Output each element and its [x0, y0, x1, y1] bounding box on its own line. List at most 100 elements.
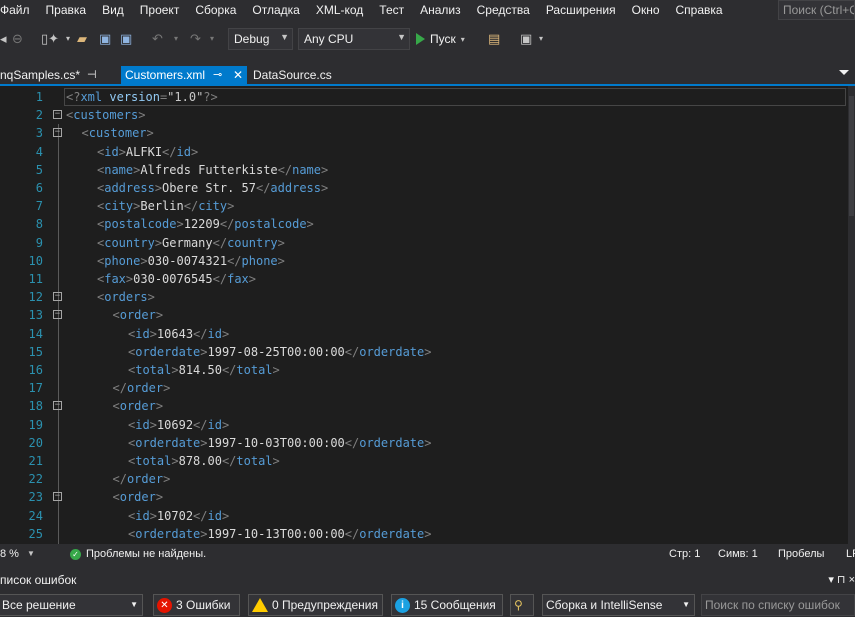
screenshot-icon[interactable]: ▣ — [520, 30, 532, 48]
save-icon[interactable]: ▣ — [99, 30, 111, 48]
menu-item[interactable]: Окно — [624, 0, 668, 20]
forward-icon[interactable]: ⊖ — [12, 30, 23, 48]
line-number: 25 — [28, 526, 43, 541]
menu-item[interactable]: Анализ — [412, 0, 469, 20]
warnings-filter-button[interactable]: 0 Предупреждения — [248, 594, 383, 616]
start-debug-button[interactable]: Пуск ▾ — [416, 30, 465, 48]
code-line[interactable]: 13− <order> — [0, 306, 848, 324]
code-token: > — [149, 326, 157, 341]
collapse-toggle-icon[interactable]: − — [53, 110, 62, 120]
menu-item[interactable]: Тест — [371, 0, 412, 20]
save-all-icon[interactable]: ▣ — [120, 30, 132, 48]
code-editor[interactable]: 1 <?xml version="1.0"?> 2− <customers> 3− <cu… — [0, 86, 848, 544]
code-token: order — [119, 308, 156, 323]
code-line[interactable]: 4 <id>ALFKI</id> — [0, 143, 848, 161]
configuration-select[interactable]: Debug ▼ — [228, 28, 293, 50]
code-line[interactable]: 14 <id>10643</id> — [0, 325, 848, 343]
code-line[interactable]: 17 </order> — [0, 379, 848, 397]
open-folder-icon[interactable]: ▰ — [77, 30, 87, 48]
vertical-scrollbar[interactable] — [848, 86, 855, 544]
clear-filter-button[interactable]: ⚲ — [510, 594, 534, 616]
code-line[interactable]: 23− <order> — [0, 488, 848, 506]
code-line[interactable]: 1 <?xml version="1.0"?> — [0, 88, 848, 106]
scope-select[interactable]: Все решение ▼ — [0, 594, 143, 616]
code-line[interactable]: 9 <country>Germany</country> — [0, 234, 848, 252]
code-token: > — [424, 526, 432, 541]
zoom-level[interactable]: 8 % — [0, 544, 19, 564]
messages-filter-button[interactable]: i 15 Сообщения — [391, 594, 503, 616]
code-line[interactable]: 24 <id>10702</id> — [0, 507, 848, 525]
code-line[interactable]: 20 <orderdate>1997-10-03T00:00:00</orderd… — [0, 434, 848, 452]
collapse-toggle-icon[interactable]: − — [53, 492, 62, 502]
eol-indicator[interactable]: LF — [846, 544, 855, 564]
chevron-down-icon[interactable]: ▾ — [210, 30, 214, 48]
code-line[interactable]: 10 <phone>030-0074321</phone> — [0, 252, 848, 270]
undo-icon[interactable]: ↶ — [152, 30, 163, 48]
tab-linqsamples[interactable]: nqSamples.cs* ⊣ — [0, 66, 108, 85]
build-filter-select[interactable]: Сборка и IntelliSense ▼ — [542, 594, 695, 616]
code-line[interactable]: 11 <fax>030-0076545</fax> — [0, 270, 848, 288]
close-icon[interactable]: ✕ — [233, 66, 243, 84]
code-text: <orderdate>1997-10-03T00:00:00</orderdat… — [128, 434, 432, 452]
code-token: address — [270, 181, 321, 195]
code-line[interactable]: 6 <address>Obere Str. 57</address> — [0, 179, 848, 197]
code-token: orderdate — [359, 344, 425, 359]
error-list-search-input[interactable]: Поиск по списку ошибок — [701, 594, 855, 616]
code-line[interactable]: 19 <id>10692</id> — [0, 416, 848, 434]
tab-list-dropdown-icon[interactable] — [839, 70, 849, 75]
browser-link-icon[interactable]: ▤ — [488, 30, 500, 48]
code-line[interactable]: 21 <total>878.00</total> — [0, 452, 848, 470]
menu-item[interactable]: Проект — [132, 0, 188, 20]
tab-customers-xml[interactable]: Customers.xml ⊸ ✕ — [121, 66, 247, 85]
code-text: <fax>030-0076545</fax> — [97, 270, 256, 288]
code-line[interactable]: 25 <orderdate>1997-10-13T00:00:00</orderd… — [0, 525, 848, 543]
platform-select[interactable]: Any CPU ▼ — [298, 28, 410, 50]
collapse-toggle-icon[interactable]: − — [53, 310, 62, 320]
code-line[interactable]: 22 </order> — [0, 470, 848, 488]
new-item-icon[interactable]: ▯✦ — [41, 30, 59, 48]
collapse-toggle-icon[interactable]: − — [53, 401, 62, 411]
code-line[interactable]: 5 <name>Alfreds Futterkiste</name> — [0, 161, 848, 179]
code-token: Germany — [162, 235, 213, 250]
collapse-toggle-icon[interactable]: − — [53, 128, 62, 138]
menu-item[interactable]: Расширения — [538, 0, 624, 20]
code-token: </ — [219, 217, 235, 232]
menu-item[interactable]: XML-код — [308, 0, 371, 20]
whitespace-indicator[interactable]: Пробелы — [778, 544, 824, 564]
menu-item[interactable]: Справка — [668, 0, 731, 20]
chevron-down-icon[interactable]: ▼ — [27, 544, 35, 564]
scrollbar-thumb[interactable] — [849, 96, 854, 216]
code-line[interactable]: 3− <customer> — [0, 124, 848, 142]
menu-item[interactable]: Отладка — [244, 0, 307, 20]
redo-icon[interactable]: ↷ — [190, 30, 201, 48]
code-line[interactable]: 7 <city>Berlin</city> — [0, 197, 848, 215]
code-line[interactable]: 8 <postalcode>12209</postalcode> — [0, 215, 848, 233]
code-line[interactable]: 2− <customers> — [0, 106, 848, 124]
back-icon[interactable]: ◂ — [0, 30, 7, 48]
chevron-down-icon[interactable]: ▾ — [66, 30, 70, 48]
code-line[interactable]: 15 <orderdate>1997-08-25T00:00:00</orderd… — [0, 343, 848, 361]
quick-launch-search[interactable]: Поиск (Ctrl+Q) — [778, 0, 855, 20]
collapse-toggle-icon[interactable]: − — [53, 292, 62, 302]
menu-item[interactable]: Сборка — [187, 0, 244, 20]
code-token: > — [227, 199, 235, 214]
line-number: 24 — [28, 508, 43, 523]
menu-item[interactable]: Файл — [0, 0, 38, 20]
menu-item[interactable]: Вид — [94, 0, 132, 20]
code-line[interactable]: 12− <orders> — [0, 288, 848, 306]
code-line[interactable]: 16 <total>814.50</total> — [0, 361, 848, 379]
pin-icon[interactable]: ⊣ — [87, 66, 97, 84]
chevron-down-icon: ▼ — [280, 32, 289, 42]
menu-item[interactable]: Средства — [469, 0, 538, 20]
menu-item[interactable]: Правка — [38, 0, 95, 20]
code-line[interactable]: 18− <order> — [0, 397, 848, 415]
issues-status[interactable]: Проблемы не найдены. — [86, 544, 206, 564]
line-number: 18 — [28, 399, 43, 414]
chevron-down-icon[interactable]: ▾ — [174, 30, 178, 48]
panel-controls[interactable]: ▾ ⊓ × — [828, 572, 855, 588]
pin-icon[interactable]: ⊸ — [213, 66, 222, 84]
tab-datasource[interactable]: DataSource.cs — [249, 66, 344, 85]
errors-filter-button[interactable]: ✕ 3 Ошибки — [153, 594, 240, 616]
code-token: id — [135, 417, 150, 432]
chevron-down-icon[interactable]: ▾ — [539, 30, 543, 48]
